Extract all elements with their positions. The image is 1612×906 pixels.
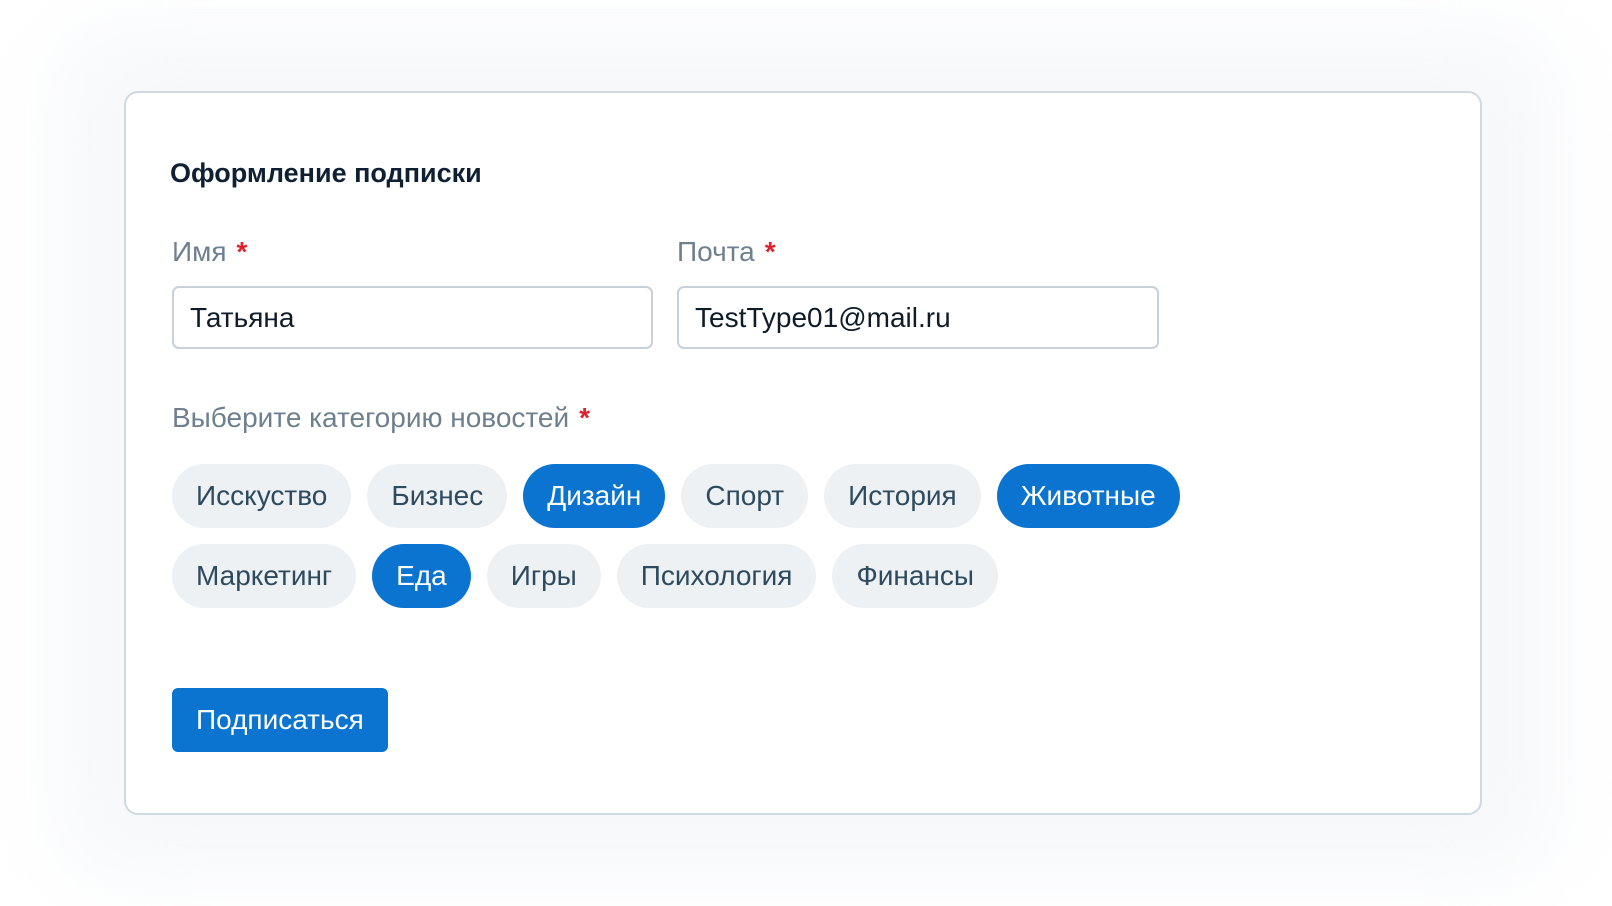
email-input[interactable] (677, 286, 1159, 349)
required-asterisk: * (764, 236, 776, 267)
form-title: Оформление подписки (170, 158, 482, 188)
category-chip[interactable]: Спорт (681, 464, 809, 528)
category-chip[interactable]: Игры (486, 544, 601, 608)
name-label-text: Имя (172, 236, 227, 267)
email-label-text: Почта (677, 236, 755, 267)
category-chip[interactable]: Еда (372, 544, 471, 608)
category-chip[interactable]: Животные (996, 464, 1180, 528)
name-input[interactable] (172, 286, 653, 349)
subscribe-button[interactable]: Подписаться (172, 688, 388, 752)
category-chip[interactable]: Маркетинг (172, 544, 357, 608)
required-asterisk: * (579, 402, 591, 433)
required-asterisk: * (236, 236, 248, 267)
category-chip[interactable]: Финансы (832, 544, 998, 608)
name-field-label: Имя * (172, 236, 247, 268)
category-chip[interactable]: Психология (616, 544, 817, 608)
categories-label-text: Выберите категорию новостей (172, 402, 570, 433)
category-chip[interactable]: Дизайн (523, 464, 666, 528)
category-chip[interactable]: Исскуство (172, 464, 352, 528)
email-field-label: Почта * (677, 236, 776, 268)
category-chip-group: Исскуство Бизнес Дизайн Спорт История Животны… (172, 464, 1272, 608)
category-chip[interactable]: История (824, 464, 981, 528)
categories-label: Выберите категорию новостей * (172, 402, 590, 434)
category-chip[interactable]: Бизнес (367, 464, 508, 528)
